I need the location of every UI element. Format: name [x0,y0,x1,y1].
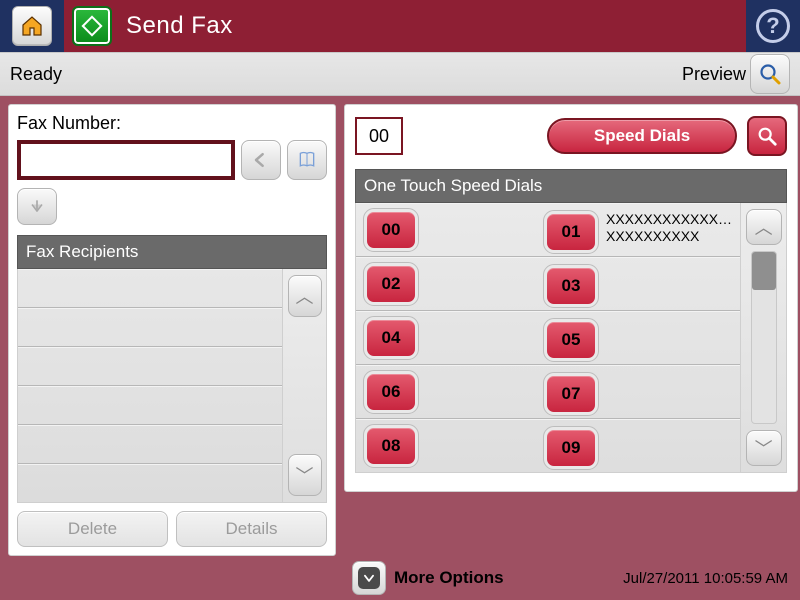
one-touch-scroll-up[interactable]: ︿ [746,209,782,245]
recipient-row[interactable] [18,347,282,386]
start-button[interactable] [72,6,112,46]
backspace-button[interactable] [241,140,281,180]
add-recipient-button[interactable] [17,188,57,225]
help-slot: ? [746,0,800,52]
speed-dial-08[interactable]: 08 [364,425,418,467]
speed-dial-03[interactable]: 03 [544,265,598,307]
page-title: Send Fax [126,12,233,40]
magnify-icon [758,62,782,86]
speed-dial-02[interactable]: 02 [364,263,418,305]
title-main: Send Fax [64,0,746,52]
chevron-up-icon: ︿ [755,214,773,240]
recipients-list-box: ︿ ﹀ [17,269,327,503]
chevron-down-icon: ﹀ [755,435,773,461]
one-touch-row: 00 01 XXXXXXXXXXXX… XXXXXXXXXX [356,203,740,257]
preview-button[interactable] [750,54,790,94]
speed-dial-code-input[interactable]: 00 [355,117,403,155]
body-area: Fax Number: Fax Recipients [0,96,800,556]
speed-dial-panel: 00 Speed Dials One Touch Speed Dials 00 … [344,104,798,492]
speed-dial-00[interactable]: 00 [364,209,418,251]
one-touch-row: 02 03 [356,257,740,311]
recipient-row[interactable] [18,308,282,347]
preview-label: Preview [682,64,746,85]
one-touch-row: 06 07 [356,365,740,419]
help-button[interactable]: ? [756,9,790,43]
speed-dial-01-line2: XXXXXXXXXX [606,228,732,245]
home-icon [20,14,44,38]
fax-number-panel: Fax Number: Fax Recipients [8,104,336,556]
recipients-scrollbar: ︿ ﹀ [282,269,326,502]
recipients-list[interactable] [18,269,282,502]
recipient-row[interactable] [18,386,282,425]
one-touch-row: 08 09 [356,419,740,473]
speed-dial-06[interactable]: 06 [364,371,418,413]
chevron-down-icon [358,567,380,589]
magnify-icon [756,125,778,147]
speed-dials-button[interactable]: Speed Dials [547,118,737,154]
speed-dial-04[interactable]: 04 [364,317,418,359]
one-touch-scroll-track[interactable] [751,251,777,424]
chevron-down-icon: ﹀ [296,462,314,488]
home-button[interactable] [12,6,52,46]
fax-number-label: Fax Number: [17,113,327,134]
one-touch-scroll-down[interactable]: ﹀ [746,430,782,466]
speed-dial-01[interactable]: 01 [544,211,598,253]
recipients-header: Fax Recipients [17,235,327,269]
recipient-row[interactable] [18,464,282,502]
speed-dial-05[interactable]: 05 [544,319,598,361]
chevron-up-icon: ︿ [296,283,314,309]
footer-bar: More Options Jul/27/2011 10:05:59 AM [0,556,800,600]
recipients-scroll-up[interactable]: ︿ [288,275,322,317]
arrow-down-icon [27,197,47,217]
more-options-label: More Options [394,568,504,588]
address-book-icon [296,150,318,170]
speed-dial-01-label: XXXXXXXXXXXX… XXXXXXXXXX [606,211,732,245]
details-button[interactable]: Details [176,511,327,547]
status-text: Ready [10,64,62,85]
one-touch-header: One Touch Speed Dials [355,169,787,203]
recipient-row[interactable] [18,425,282,464]
help-icon: ? [766,13,779,39]
delete-button[interactable]: Delete [17,511,168,547]
one-touch-grid: 00 01 XXXXXXXXXXXX… XXXXXXXXXX 02 03 04 [356,203,740,472]
fax-number-input[interactable] [17,140,235,180]
one-touch-scrollbar: ︿ ﹀ [740,203,786,472]
speed-dial-search-button[interactable] [747,116,787,156]
speed-dial-01-line1: XXXXXXXXXXXX… [606,211,732,228]
timestamp: Jul/27/2011 10:05:59 AM [623,570,788,587]
more-options-button[interactable] [352,561,386,595]
one-touch-row: 04 05 [356,311,740,365]
recipient-row[interactable] [18,269,282,308]
address-book-button[interactable] [287,140,327,180]
arrow-left-icon [251,150,271,170]
speed-dial-09[interactable]: 09 [544,427,598,469]
one-touch-scroll-thumb[interactable] [752,252,776,290]
start-diamond-icon [81,15,103,37]
title-bar: Send Fax ? [0,0,800,52]
recipients-scroll-down[interactable]: ﹀ [288,454,322,496]
speed-dial-07[interactable]: 07 [544,373,598,415]
home-slot [0,0,64,52]
status-bar: Ready Preview [0,52,800,96]
